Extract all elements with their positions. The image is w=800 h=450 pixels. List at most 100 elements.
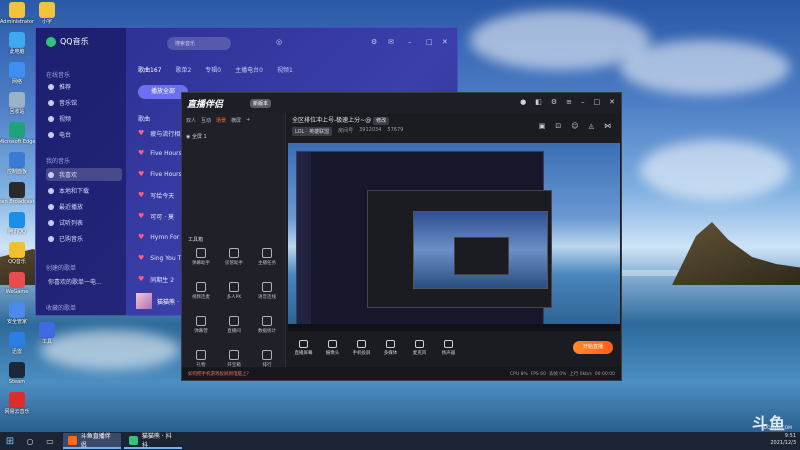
tab-dual[interactable]: 双人 [186, 117, 196, 124]
toolbox-item[interactable]: 主播任务 [252, 248, 282, 266]
sidebar-item-playlist[interactable]: 你喜欢的歌单一电... [46, 275, 122, 288]
heart-icon[interactable]: ♥ [138, 149, 144, 157]
room-id-label: 房间号 [338, 128, 354, 134]
heart-icon[interactable]: ♥ [138, 191, 144, 199]
avatar[interactable]: ● [520, 98, 526, 106]
tab-playlists[interactable]: 歌单2 [175, 65, 191, 74]
media-button[interactable]: 多媒体 [377, 340, 404, 356]
taskbar-app-douyu[interactable]: 斗鱼直播伴侣 [63, 433, 121, 449]
tab-scene[interactable]: 场景 [216, 117, 226, 124]
heart-icon[interactable]: ♥ [138, 212, 144, 220]
sidebar-item-local[interactable]: 本地和下载 [46, 184, 122, 197]
tab-interactive[interactable]: 互动 [201, 117, 211, 124]
category-tag[interactable]: LOL · 英雄联盟 [292, 127, 333, 136]
user-icon[interactable]: ☺ [571, 122, 578, 130]
desktop-icon[interactable]: 网易云音乐 [2, 392, 32, 415]
phone-cast-button[interactable]: 手机投屏 [348, 340, 375, 356]
desktop-icon[interactable]: 此电脑 [2, 32, 32, 55]
desktop-icon[interactable]: 回收站 [2, 92, 32, 115]
sidebar-item-recommend[interactable]: 推荐 [46, 80, 122, 93]
tab-radio[interactable]: 主播电台0 [235, 65, 263, 74]
desktop-icon[interactable]: Microsoft Edge [0, 122, 35, 145]
start-button[interactable]: ⊞ [0, 432, 20, 450]
status-tip-link[interactable]: 如何把手机游戏投屏到电脑上? [188, 371, 249, 377]
sidebar-item-trial[interactable]: 试听列表 [46, 216, 122, 229]
camera-button[interactable]: 摄像头 [319, 340, 346, 356]
minimize-icon[interactable]: – [408, 38, 412, 46]
toolbox-item[interactable]: 视频连麦 [186, 282, 216, 300]
gift-icon[interactable]: ▣ [539, 122, 546, 130]
search-input[interactable]: 搜索音乐 [167, 37, 231, 50]
heart-icon[interactable]: ♥ [138, 254, 144, 262]
add-tab-button[interactable]: + [246, 117, 250, 124]
sidebar-item-video[interactable]: 视频 [46, 112, 122, 125]
app-icon [39, 2, 55, 18]
toolbox-item[interactable]: 直播间 [219, 316, 249, 334]
minimize-icon[interactable]: – [581, 98, 585, 106]
douyu-window[interactable]: 直播伴侣 新版本 ● ◧ ⚙ ≡ – □ ✕ 双人 互动 场景 横屏 + ◉ 全… [181, 92, 622, 381]
search-icon[interactable]: ○ [20, 437, 40, 446]
scene-item[interactable]: ◉ 全屏 1 [186, 133, 207, 140]
start-live-button[interactable]: 开始直播 [573, 341, 613, 354]
stream-preview[interactable] [288, 143, 620, 331]
heart-icon[interactable]: ♥ [138, 233, 144, 241]
speaker-button[interactable]: 扬声器 [435, 340, 462, 356]
desktop-icon[interactable]: 控制面板 [2, 152, 32, 175]
sidebar-item-recent[interactable]: 最近播放 [46, 200, 122, 213]
desktop-icon[interactable]: 工具 [32, 322, 62, 345]
screen-capture-button[interactable]: 直播屏幕 [290, 340, 317, 356]
toolbox-item[interactable]: 数据统计 [252, 316, 282, 334]
action-label: 多媒体 [383, 351, 398, 356]
lock-icon[interactable]: ⊡ [555, 122, 561, 130]
skin-icon[interactable]: ◧ [535, 98, 542, 106]
maximize-icon[interactable]: □ [426, 38, 433, 46]
tool-label: 主播任务 [258, 261, 276, 266]
toolbox-item[interactable]: 弹幕助手 [186, 248, 216, 266]
heart-icon[interactable]: ♥ [138, 275, 144, 283]
maximize-icon[interactable]: □ [594, 98, 601, 106]
toolbox-item[interactable]: 语音连线 [252, 282, 282, 300]
toolbox-item[interactable]: 多人PK [219, 282, 249, 300]
tab-albums[interactable]: 专辑0 [205, 65, 221, 74]
heart-icon[interactable]: ♥ [138, 129, 144, 137]
desktop-icon[interactable]: Steam [2, 362, 32, 385]
sidebar-item-purchased[interactable]: 已购音乐 [46, 232, 122, 245]
mail-icon[interactable]: ✉ [388, 38, 394, 46]
close-icon[interactable]: ✕ [609, 98, 615, 106]
desktop-icon[interactable]: 迅雷 [2, 332, 32, 355]
desktop-icon[interactable]: 安全管家 [2, 302, 32, 325]
edit-title-button[interactable]: 修改 [373, 117, 390, 125]
heart-icon[interactable]: ♥ [138, 170, 144, 178]
desktop-icon[interactable]: Administrator [0, 2, 34, 25]
tab-landscape[interactable]: 横屏 [231, 117, 241, 124]
version-badge[interactable]: 新版本 [250, 99, 272, 108]
toolbox-item[interactable]: 开宝箱 [219, 350, 249, 368]
task-view-icon[interactable]: ▭ [40, 437, 60, 446]
toolbox-item[interactable]: 房管助手 [219, 248, 249, 266]
menu-icon[interactable]: ≡ [566, 98, 572, 106]
mic-icon[interactable]: ◎ [276, 38, 282, 46]
tab-videos[interactable]: 视频1 [277, 65, 293, 74]
settings-icon[interactable]: ⚙ [551, 98, 557, 106]
desktop-icon[interactable]: 小宇 [32, 2, 62, 25]
taskbar-app-qqmusic[interactable]: 猫猫熊 · 抖抖 [124, 433, 182, 449]
sidebar-item-liked[interactable]: 我喜欢 [46, 168, 122, 181]
toolbox-item[interactable]: 弹幕营 [186, 316, 216, 334]
sidebar-item-radio[interactable]: 电台 [46, 128, 122, 141]
desktop-icon[interactable]: 网络 [2, 62, 32, 85]
heart-icon [48, 171, 54, 178]
sidebar-item-music-hall[interactable]: 音乐馆 [46, 96, 122, 109]
desktop-icon[interactable]: Open Broadcaster [0, 182, 40, 205]
desktop-icon[interactable]: WeGame [2, 272, 32, 295]
tab-songs[interactable]: 歌曲167 [138, 65, 161, 74]
desktop-icon[interactable]: QQ音乐 [2, 242, 32, 265]
microphone-button[interactable]: 麦克风 [406, 340, 433, 356]
bell-icon[interactable]: ◬ [589, 122, 594, 130]
toolbox-item[interactable]: 礼物 [186, 350, 216, 368]
toolbox-item[interactable]: 排行 [252, 350, 282, 368]
system-tray-clock[interactable]: 9:51 2021/12/3 [770, 433, 796, 447]
close-icon[interactable]: ✕ [442, 38, 448, 46]
settings-icon[interactable]: ⚙ [371, 38, 377, 46]
desktop-icon[interactable]: 腾讯QQ [2, 212, 32, 235]
share-icon[interactable]: ⋈ [604, 122, 611, 130]
